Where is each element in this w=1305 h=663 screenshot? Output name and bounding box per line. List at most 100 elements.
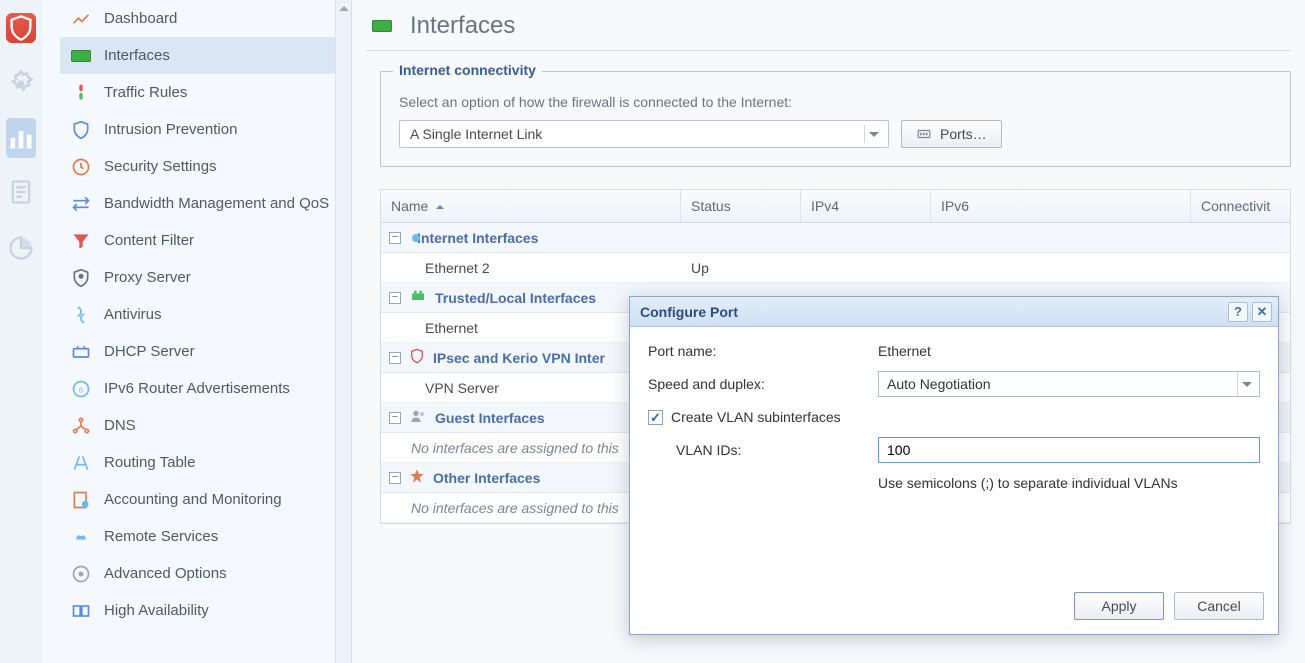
sidebar-item-label: High Availability [104, 602, 209, 619]
sidebar-item-dashboard[interactable]: Dashboard [60, 0, 351, 37]
group-internet[interactable]: − Internet Interfaces [381, 223, 1290, 253]
ports-button[interactable]: Ports… [901, 120, 1002, 148]
help-button[interactable]: ? [1228, 302, 1248, 322]
group-label: Trusted/Local Interfaces [435, 290, 596, 306]
port-name-label: Port name: [648, 343, 878, 359]
other-icon [409, 468, 425, 487]
proxy-server-icon [70, 267, 92, 289]
sidebar-item-accounting[interactable]: Accounting and Monitoring [60, 481, 351, 518]
dialog-title-bar[interactable]: Configure Port ? ✕ [630, 297, 1278, 327]
sidebar-item-ipv6-ra[interactable]: 6IPv6 Router Advertisements [60, 370, 351, 407]
col-connectivity[interactable]: Connectivit [1191, 190, 1290, 222]
security-settings-icon [70, 156, 92, 178]
sidebar-item-intrusion-prevention[interactable]: Intrusion Prevention [60, 111, 351, 148]
sidebar-item-dns[interactable]: DNS [60, 407, 351, 444]
trusted-icon [409, 288, 427, 307]
rail-disk-icon[interactable] [0, 220, 42, 276]
dashboard-icon [70, 8, 92, 30]
internet-link-value: A Single Internet Link [410, 126, 542, 142]
sidebar-item-label: Bandwidth Management and QoS [104, 195, 329, 212]
sidebar-item-label: DHCP Server [104, 343, 195, 360]
sidebar-item-traffic-rules[interactable]: Traffic Rules [60, 74, 351, 111]
intrusion-prevention-icon [70, 119, 92, 141]
dhcp-server-icon [70, 341, 92, 363]
col-ipv4[interactable]: IPv4 [801, 190, 931, 222]
sidebar-item-dhcp-server[interactable]: DHCP Server [60, 333, 351, 370]
create-vlan-label: Create VLAN subinterfaces [671, 409, 841, 425]
create-vlan-checkbox[interactable] [648, 410, 663, 425]
iface-name: VPN Server [425, 380, 499, 396]
collapse-icon[interactable]: − [389, 292, 401, 304]
sidebar-item-label: Antivirus [104, 306, 162, 323]
remote-services-icon [70, 526, 92, 548]
sidebar-item-remote-services[interactable]: Remote Services [60, 518, 351, 555]
collapse-icon[interactable]: − [389, 352, 401, 364]
rail-document-icon[interactable] [0, 164, 42, 220]
guest-icon [409, 408, 427, 427]
ports-button-label: Ports… [940, 126, 987, 142]
traffic-rules-icon [70, 82, 92, 104]
sidebar-item-label: Dashboard [104, 10, 177, 27]
sidebar-item-routing-table[interactable]: Routing Table [60, 444, 351, 481]
accounting-icon [70, 489, 92, 511]
group-label: Internet Interfaces [417, 230, 538, 246]
vlan-ids-label: VLAN IDs: [676, 442, 878, 458]
col-status[interactable]: Status [681, 190, 801, 222]
apply-button[interactable]: Apply [1074, 592, 1164, 620]
svg-text:6: 6 [79, 385, 83, 394]
rail-shield-icon[interactable] [6, 13, 36, 43]
sidebar: Dashboard Interfaces Traffic Rules Intrusio… [42, 0, 352, 663]
sidebar-item-content-filter[interactable]: Content Filter [60, 222, 351, 259]
sidebar-item-label: Intrusion Prevention [104, 121, 237, 138]
interfaces-icon [368, 16, 396, 36]
sidebar-item-bandwidth[interactable]: Bandwidth Management and QoS [60, 185, 351, 222]
sidebar-item-security-settings[interactable]: Security Settings [60, 148, 351, 185]
collapse-icon[interactable]: − [389, 472, 401, 484]
sidebar-item-label: Proxy Server [104, 269, 191, 286]
iface-name: Ethernet 2 [425, 260, 490, 276]
rail-settings-icon[interactable] [0, 56, 42, 112]
rail-stats-icon[interactable] [6, 118, 36, 158]
speed-duplex-label: Speed and duplex: [648, 376, 878, 392]
sidebar-item-high-availability[interactable]: High Availability [60, 592, 351, 629]
ipv6-ra-icon: 6 [70, 378, 92, 400]
port-name-value: Ethernet [878, 343, 1260, 359]
col-ipv6[interactable]: IPv6 [931, 190, 1191, 222]
sidebar-item-label: Advanced Options [104, 565, 227, 582]
group-label: IPsec and Kerio VPN Inter [433, 350, 605, 366]
icon-rail [0, 0, 42, 663]
sidebar-item-label: Security Settings [104, 158, 217, 175]
table-row[interactable]: Ethernet 2Up [381, 253, 1290, 283]
content-filter-icon [70, 230, 92, 252]
sort-asc-icon [434, 198, 444, 214]
internet-link-select[interactable]: A Single Internet Link [399, 120, 889, 148]
sidebar-item-label: Interfaces [104, 47, 170, 64]
collapse-icon[interactable]: − [389, 412, 401, 424]
collapse-icon[interactable]: − [389, 232, 401, 244]
col-name[interactable]: Name [381, 190, 681, 222]
sidebar-scrollbar[interactable] [335, 0, 351, 663]
sidebar-item-interfaces[interactable]: Interfaces [60, 37, 351, 74]
configure-port-dialog: Configure Port ? ✕ Port name: Ethernet S… [629, 296, 1279, 635]
routing-table-icon [70, 452, 92, 474]
chevron-down-icon [864, 125, 882, 143]
cancel-button[interactable]: Cancel [1174, 592, 1264, 620]
iface-name: Ethernet [425, 320, 478, 336]
internet-connectivity-box: Internet connectivity Select an option o… [380, 71, 1291, 167]
bandwidth-icon [70, 193, 92, 215]
vlan-ids-input[interactable] [878, 437, 1260, 463]
speed-duplex-select[interactable]: Auto Negotiation [878, 371, 1260, 397]
sidebar-item-advanced-options[interactable]: Advanced Options [60, 555, 351, 592]
group-label: Guest Interfaces [435, 410, 545, 426]
page-title: Interfaces [410, 12, 515, 40]
dialog-title: Configure Port [640, 304, 738, 320]
table-header: Name Status IPv4 IPv6 Connectivit [381, 190, 1290, 223]
page-title-bar: Interfaces [352, 0, 1305, 50]
sidebar-item-label: Routing Table [104, 454, 195, 471]
sidebar-item-label: Traffic Rules [104, 84, 187, 101]
antivirus-icon [70, 304, 92, 326]
sidebar-item-antivirus[interactable]: Antivirus [60, 296, 351, 333]
sidebar-item-proxy-server[interactable]: Proxy Server [60, 259, 351, 296]
close-button[interactable]: ✕ [1252, 302, 1272, 322]
group-label: Other Interfaces [433, 470, 540, 486]
